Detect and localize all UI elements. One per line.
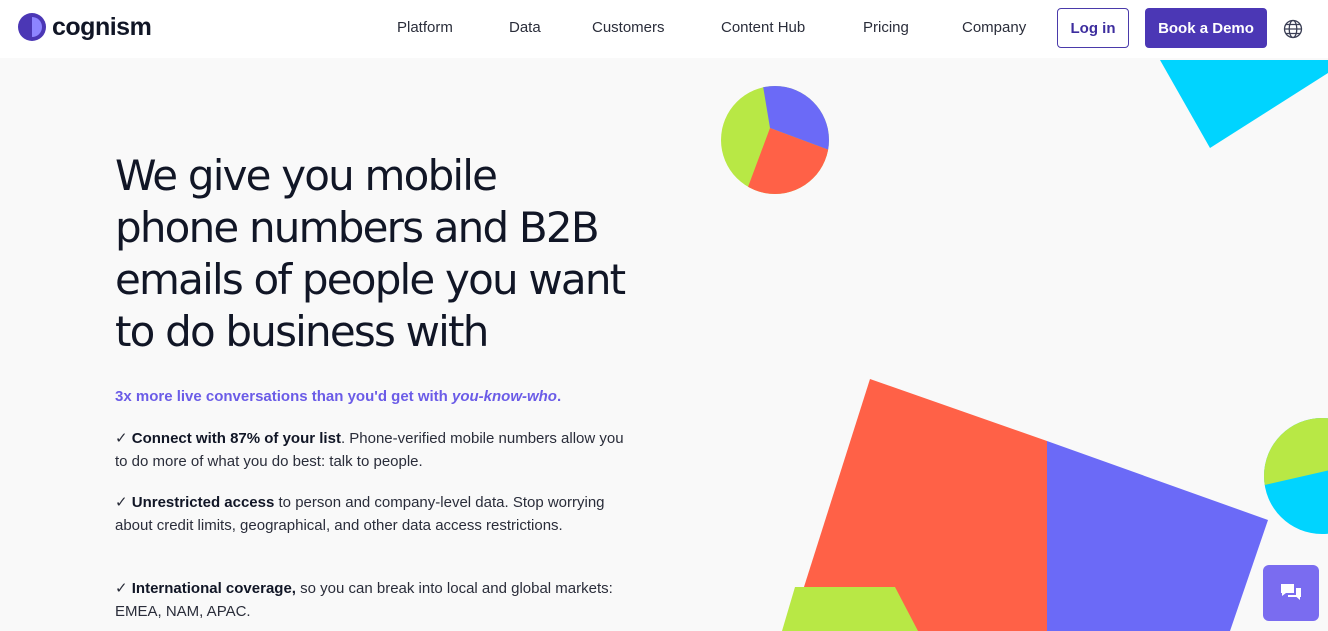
- brand-name: cognism: [52, 13, 152, 41]
- hero-tagline: 3x more live conversations than you'd ge…: [115, 387, 675, 407]
- tagline-text: 3x more live conversations than you'd ge…: [115, 388, 452, 405]
- hero-headline-line: phone numbers and B2B: [115, 203, 600, 252]
- nav-item-customers[interactable]: Customers: [592, 18, 665, 38]
- feature-bullet-international: ✓ International coverage, so you can bre…: [115, 578, 635, 623]
- chat-widget-button[interactable]: [1263, 565, 1319, 621]
- globe-icon[interactable]: [1283, 19, 1303, 39]
- cyan-triangle-shape: [1160, 60, 1328, 148]
- feature-bullet-coverage: ✓ Connect with 87% of your list. Phone-v…: [115, 428, 635, 473]
- tagline-emphasis: you-know-who: [451, 388, 557, 405]
- coral-shape: [790, 379, 1047, 631]
- nav-item-data[interactable]: Data: [509, 18, 541, 38]
- pie-shape-top: [721, 86, 829, 194]
- lime-shape: [782, 587, 918, 631]
- nav-item-platform[interactable]: Platform: [397, 18, 453, 38]
- hero-headline-line: emails of people you want: [115, 255, 626, 304]
- hero-headline: We give you mobile phone numbers and B2B…: [115, 150, 655, 358]
- feature-bullet-access: ✓ Unrestricted access to person and comp…: [115, 492, 635, 537]
- check-mark-icon: ✓: [115, 430, 132, 447]
- bullet-highlight: Unrestricted access: [131, 494, 275, 511]
- book-demo-button[interactable]: Book a Demo: [1145, 8, 1267, 48]
- check-mark-icon: ✓: [115, 494, 132, 511]
- violet-shape: [1047, 441, 1268, 631]
- hero-headline-line: We give you mobile: [115, 151, 498, 200]
- page: cognism Platform Data Customers Content …: [0, 0, 1328, 631]
- pie-shape-right: [1264, 418, 1328, 534]
- nav-item-company[interactable]: Company: [962, 18, 1026, 38]
- bullet-highlight: Connect with 87% of your list: [131, 430, 341, 447]
- check-mark-icon: ✓: [115, 580, 132, 597]
- cognism-logo[interactable]: cognism: [18, 12, 152, 42]
- bullet-highlight: International coverage,: [131, 580, 296, 597]
- nav-item-pricing[interactable]: Pricing: [863, 18, 909, 38]
- hero-headline-line: to do business with: [115, 307, 489, 356]
- site-header: cognism Platform Data Customers Content …: [0, 0, 1328, 58]
- chat-bubbles-icon: [1281, 584, 1301, 600]
- tagline-suffix: .: [556, 388, 562, 405]
- cognism-logo-icon: [18, 13, 46, 41]
- nav-item-content-hub[interactable]: Content Hub: [721, 18, 805, 38]
- login-button[interactable]: Log in: [1057, 8, 1129, 48]
